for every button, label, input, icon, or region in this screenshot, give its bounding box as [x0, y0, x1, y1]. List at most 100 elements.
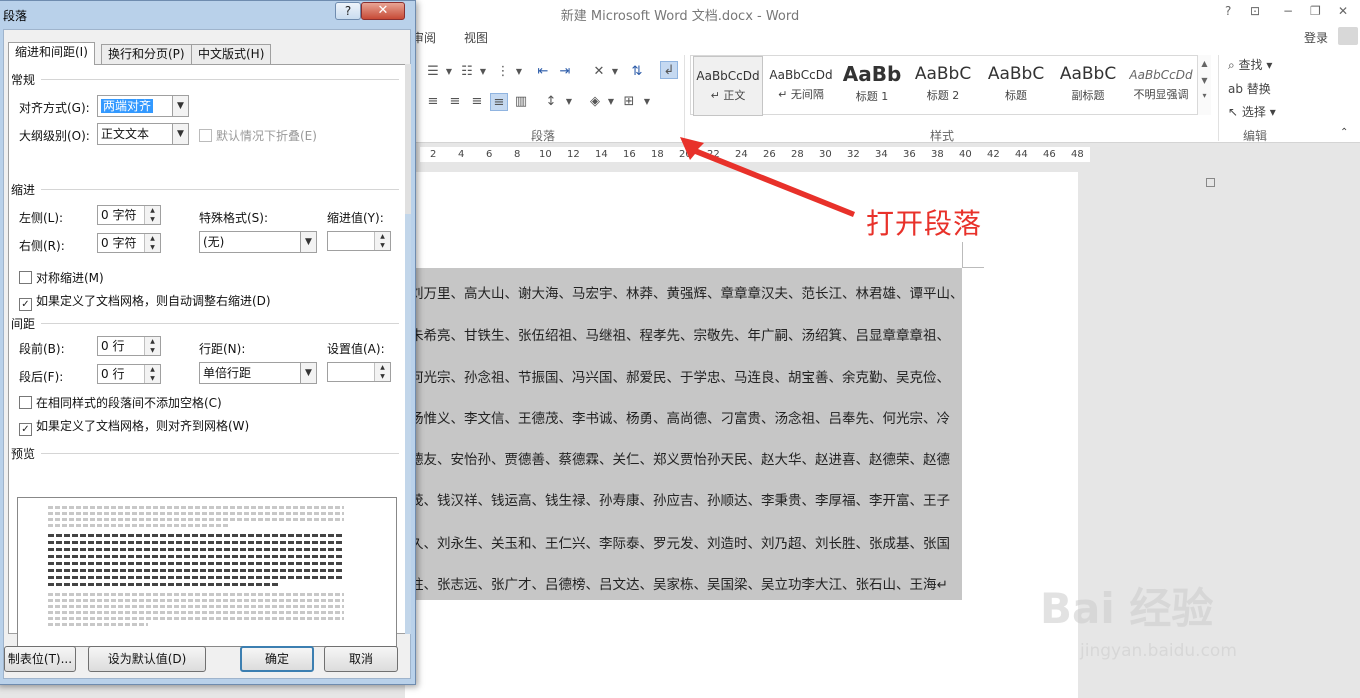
doc-text-line[interactable]: 柱、张志远、张广才、吕德榜、吕文达、吴家栋、吴国梁、吴立功李大江、张石山、王海↵: [410, 573, 970, 593]
spin-down-icon[interactable]: ▼: [145, 374, 160, 383]
left-indent-spinner[interactable]: 0 字符 ▲ ▼: [97, 205, 161, 225]
find-button[interactable]: ⌕ 查找 ▾: [1228, 56, 1272, 73]
chevron-down-icon[interactable]: ▼: [300, 232, 316, 252]
spin-up-icon[interactable]: ▲: [145, 234, 160, 243]
space-after-spinner[interactable]: 0 行 ▲ ▼: [97, 364, 161, 384]
justify-icon[interactable]: ≡: [490, 93, 508, 111]
distributed-icon[interactable]: ▥: [512, 93, 530, 111]
doc-text-line[interactable]: 朱希亮、甘铁生、张伍绍祖、马继祖、程孝先、宗敬先、年广嗣、汤绍箕、吕显章章章祖、: [410, 324, 970, 344]
chevron-down-icon[interactable]: ▼: [172, 124, 188, 144]
cursor-icon: ↖: [1228, 105, 1242, 119]
dialog-scrollbar[interactable]: [405, 64, 411, 634]
ok-button[interactable]: 确定: [240, 646, 314, 672]
checkmark-icon[interactable]: ✓: [19, 423, 32, 436]
align-center-icon[interactable]: ≡: [446, 93, 464, 111]
borders-icon[interactable]: ⊞: [620, 93, 638, 111]
spin-up-icon[interactable]: ▲: [145, 365, 160, 374]
line-spacing-select[interactable]: 单倍行距 ▼: [199, 362, 317, 384]
scrollbar-thumb[interactable]: [405, 214, 411, 634]
spin-down-icon[interactable]: ▼: [375, 372, 390, 381]
checkbox-box[interactable]: [19, 271, 32, 284]
line-spacing-icon[interactable]: ↕: [542, 93, 560, 111]
checkmark-icon[interactable]: ✓: [19, 298, 32, 311]
collapse-default-checkbox[interactable]: 默认情况下折叠(E): [199, 127, 317, 144]
right-indent-spinner[interactable]: 0 字符 ▲ ▼: [97, 233, 161, 253]
style-subtitle[interactable]: AaBbC 副标题: [1053, 56, 1123, 116]
tab-line-page-breaks[interactable]: 换行和分页(P): [101, 44, 192, 64]
tab-indents-spacing[interactable]: 缩进和间距(I): [8, 42, 95, 65]
spin-down-icon[interactable]: ▼: [145, 215, 160, 224]
styles-gallery-scroll[interactable]: ▲ ▼ ▾: [1197, 55, 1211, 115]
doc-text-line[interactable]: 杨惟义、李文信、王德茂、李书诚、杨勇、高尚德、刁富贵、汤念祖、吕奉先、何光宗、冷: [410, 407, 970, 427]
replace-button[interactable]: ab 替换: [1228, 80, 1271, 97]
align-left-icon[interactable]: ≡: [424, 93, 442, 111]
show-marks-icon[interactable]: ↲: [660, 61, 678, 79]
cancel-button[interactable]: 取消: [324, 646, 398, 672]
mirror-indents-checkbox[interactable]: 对称缩进(M): [19, 269, 104, 286]
sort-icon[interactable]: ⇅: [628, 63, 646, 81]
checkbox-box[interactable]: [19, 396, 32, 409]
no-space-same-style-checkbox[interactable]: 在相同样式的段落间不添加空格(C): [19, 394, 222, 411]
doc-text-line[interactable]: 何光宗、孙念祖、节振国、冯兴国、郝爱民、于学忠、马连良、胡宝善、余克勤、吴克俭、: [410, 366, 970, 386]
horizontal-ruler[interactable]: 2 4 6 8 10 12 14 16 18 20 22 24 26 28 30…: [415, 144, 1360, 166]
style-title[interactable]: AaBbC 标题: [981, 56, 1051, 116]
spin-up-icon[interactable]: ▲: [145, 337, 160, 346]
increase-indent-icon[interactable]: ⇥: [556, 63, 574, 81]
chevron-down-icon[interactable]: ▼: [172, 96, 188, 116]
spin-up-icon[interactable]: ▲: [375, 363, 390, 372]
outline-level-select[interactable]: 正文文本 ▼: [97, 123, 189, 145]
chevron-up-icon[interactable]: ▲: [1198, 59, 1211, 68]
spacing-at-spinner[interactable]: ▲ ▼: [327, 362, 391, 382]
multilevel-dropdown-icon[interactable]: ▼: [510, 63, 528, 81]
doc-text-line[interactable]: 茂、钱汉祥、钱运高、钱生禄、孙寿康、孙应吉、孙顺达、李秉贵、李厚福、李开富、王子: [410, 489, 970, 509]
restore-button[interactable]: ❐: [1310, 4, 1321, 18]
tab-view[interactable]: 视图: [464, 29, 488, 46]
vertical-scrollbar[interactable]: [1340, 172, 1360, 698]
doc-text-line[interactable]: 刘万里、高大山、谢大海、马宏宇、林莽、黄强辉、章章章汉夫、范长江、林君雄、谭平山…: [410, 282, 970, 302]
shading-dropdown-icon[interactable]: ▼: [602, 93, 620, 111]
spin-down-icon[interactable]: ▼: [145, 346, 160, 355]
gallery-more-icon[interactable]: ▾: [1198, 91, 1211, 100]
checkbox-box[interactable]: [199, 129, 212, 142]
user-avatar-icon[interactable]: [1338, 27, 1358, 45]
chevron-down-icon[interactable]: ▼: [1198, 76, 1211, 85]
word-close-button[interactable]: ✕: [1338, 4, 1348, 18]
spin-down-icon[interactable]: ▼: [375, 241, 390, 250]
alignment-select[interactable]: 两端对齐 ▼: [97, 95, 189, 117]
tab-asian-typography[interactable]: 中文版式(H): [191, 44, 272, 64]
chevron-down-icon[interactable]: ▼: [300, 363, 316, 383]
style-subtle-emphasis[interactable]: AaBbCcDd 不明显强调: [1125, 56, 1197, 116]
spin-down-icon[interactable]: ▼: [145, 243, 160, 252]
minimize-button[interactable]: −: [1283, 4, 1293, 18]
styles-dialog-launcher-icon[interactable]: [1206, 178, 1215, 187]
borders-dropdown-icon[interactable]: ▼: [638, 93, 656, 111]
doc-text-line[interactable]: 久、刘永生、关玉和、王仁兴、李际泰、罗元发、刘造时、刘乃超、刘长胜、张成基、张国: [410, 532, 970, 552]
dialog-help-button[interactable]: ?: [335, 2, 361, 20]
dialog-close-button[interactable]: ✕: [361, 2, 405, 20]
bullets-dropdown-icon[interactable]: ▼: [440, 63, 458, 81]
style-heading-2[interactable]: AaBbC 标题 2: [907, 56, 979, 116]
spin-up-icon[interactable]: ▲: [145, 206, 160, 215]
decrease-indent-icon[interactable]: ⇤: [534, 63, 552, 81]
snap-to-grid-checkbox[interactable]: ✓ 如果定义了文档网格，则对齐到网格(W): [19, 417, 249, 436]
collapse-ribbon-icon[interactable]: ⌃: [1340, 127, 1348, 138]
doc-text-line[interactable]: 德友、安怡孙、贾德善、蔡德霖、关仁、郑义贾怡孙天民、赵大华、赵进喜、赵德荣、赵德: [410, 448, 970, 468]
ribbon-display-button[interactable]: ⊡: [1250, 4, 1260, 18]
auto-adjust-indent-checkbox[interactable]: ✓ 如果定义了文档网格，则自动调整右缩进(D): [19, 292, 271, 311]
style-no-spacing[interactable]: AaBbCcDd ↵ 无间隔: [765, 56, 837, 116]
line-spacing-dropdown-icon[interactable]: ▼: [560, 93, 578, 111]
numbering-dropdown-icon[interactable]: ▼: [474, 63, 492, 81]
word-help-button[interactable]: ?: [1225, 4, 1231, 18]
style-normal[interactable]: AaBbCcDd ↵ 正文: [693, 56, 763, 116]
spin-up-icon[interactable]: ▲: [375, 232, 390, 241]
select-button[interactable]: ↖ 选择 ▾: [1228, 103, 1276, 120]
chinese-layout-dropdown-icon[interactable]: ▼: [606, 63, 624, 81]
set-default-button[interactable]: 设为默认值(D): [88, 646, 206, 672]
space-before-spinner[interactable]: 0 行 ▲ ▼: [97, 336, 161, 356]
style-heading-1[interactable]: AaBb 标题 1: [839, 56, 905, 116]
special-indent-select[interactable]: (无) ▼: [199, 231, 317, 253]
login-link[interactable]: 登录: [1304, 29, 1328, 46]
indent-by-spinner[interactable]: ▲ ▼: [327, 231, 391, 251]
tabs-button[interactable]: 制表位(T)...: [4, 646, 76, 672]
align-right-icon[interactable]: ≡: [468, 93, 486, 111]
